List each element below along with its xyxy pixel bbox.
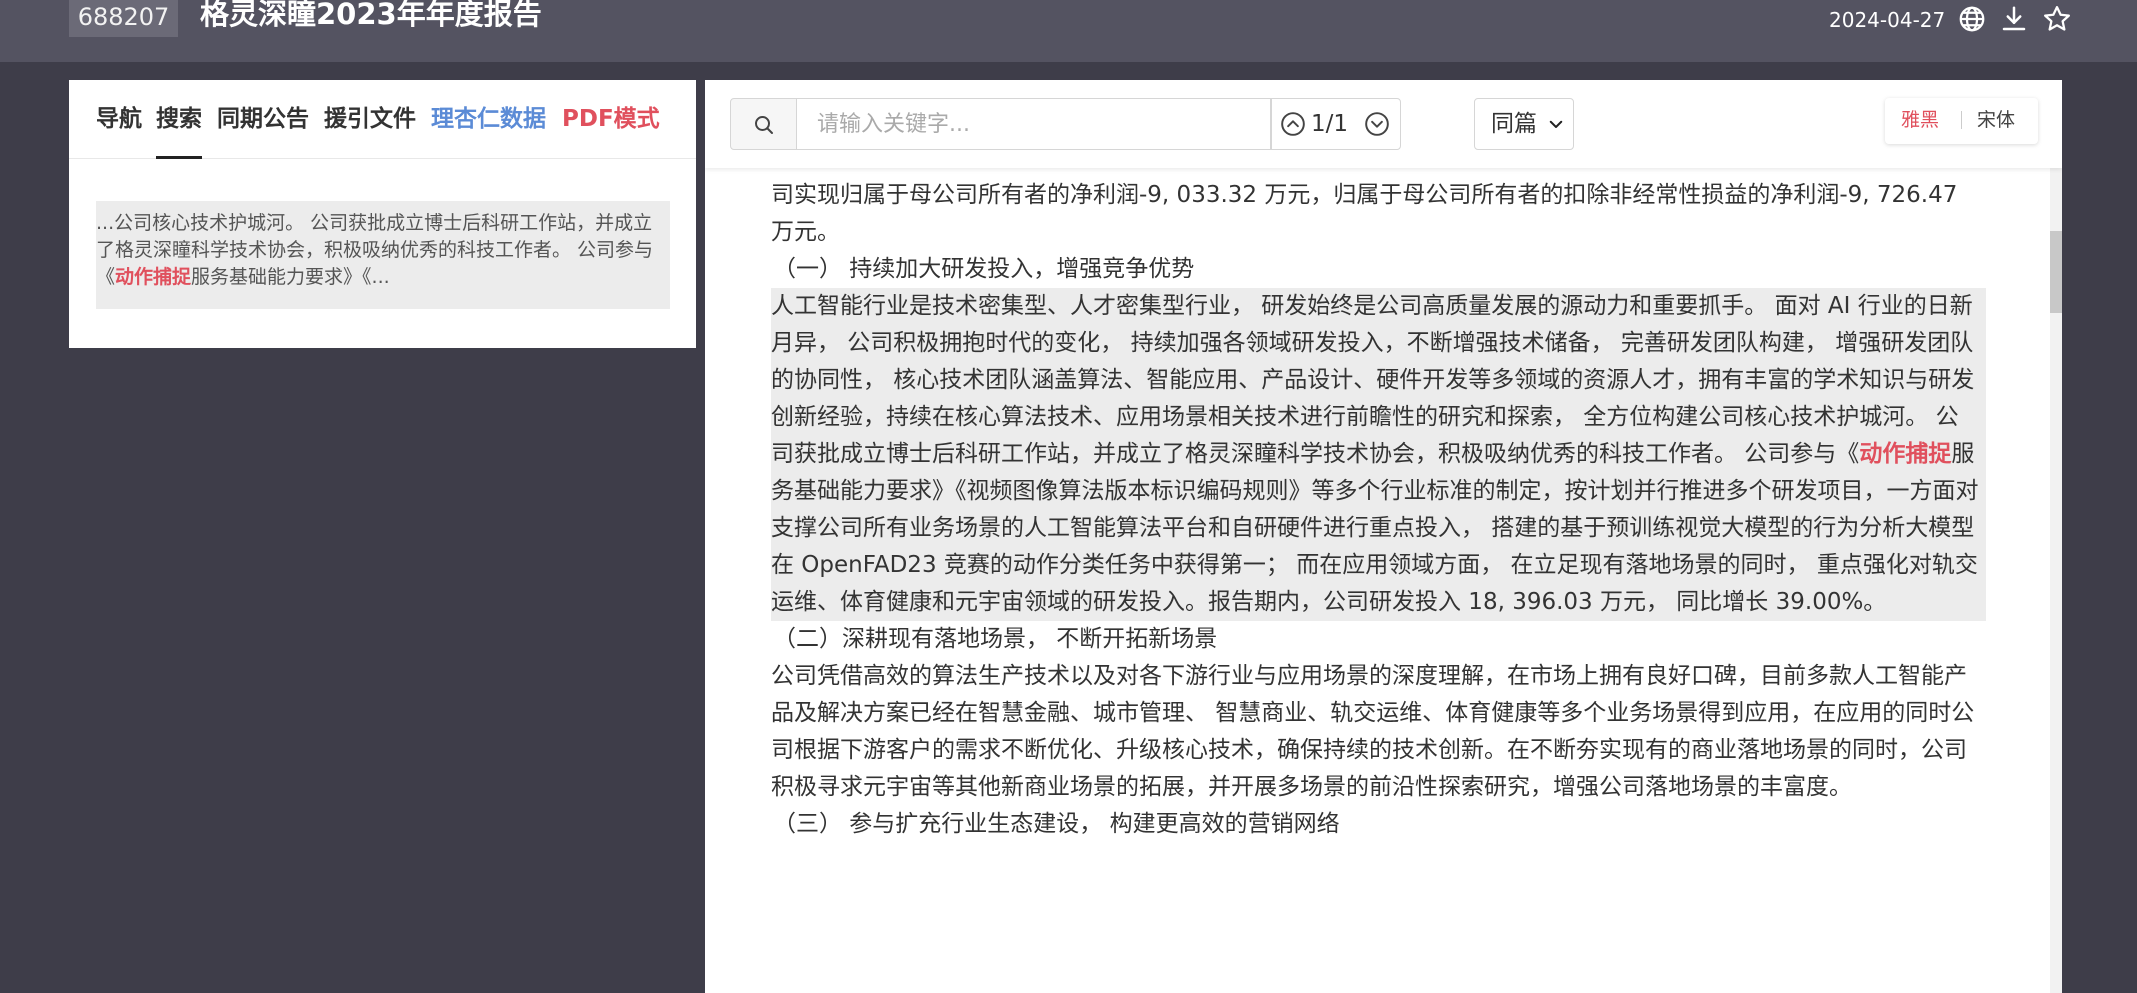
font-option-songti[interactable]: 宋体 xyxy=(1977,108,2015,132)
tab-pdf-mode[interactable]: PDF模式 xyxy=(562,104,660,134)
font-divider xyxy=(1961,111,1962,129)
font-option-yahei[interactable]: 雅黑 xyxy=(1901,108,1939,132)
section-heading-3: （三） 参与扩充行业生态建设， 构建更高效的营销网络 xyxy=(773,811,1340,837)
left-panel: 导航 搜索 同期公告 援引文件 理杏仁数据 PDF模式 ...公司核心技术护城河… xyxy=(69,80,696,348)
font-switcher: 雅黑 宋体 xyxy=(1885,98,2038,144)
search-scope-select[interactable]: 同篇 xyxy=(1474,98,1574,150)
scrollbar-thumb[interactable] xyxy=(2050,231,2062,313)
intro-paragraph: 司实现归属于母公司所有者的净利润-9, 033.32 万元，归属于母公司所有者的… xyxy=(771,182,1958,245)
star-icon[interactable] xyxy=(2042,4,2072,34)
left-tab-bar: 导航 搜索 同期公告 援引文件 理杏仁数据 PDF模式 xyxy=(69,80,696,159)
search-result-item[interactable]: ...公司核心技术护城河。 公司获批成立博士后科研工作站，并成立了格灵深瞳科学技… xyxy=(96,201,670,309)
search-button[interactable] xyxy=(730,98,797,150)
document-content: 务的市场拓展及推广上取得一定成果，并探索充分借由业务的发展运营模式、积极开发多关… xyxy=(771,140,1986,843)
paragraph-2: 公司凭借高效的算法生产技术以及对各下游行业与应用场景的深度理解，在市场上拥有良好… xyxy=(771,663,1975,800)
tab-same-period-announcements[interactable]: 同期公告 xyxy=(217,104,309,134)
section-heading-1: （一） 持续加大研发投入，增强竞争优势 xyxy=(773,256,1195,282)
keyword-highlight: 动作捕捉 xyxy=(1859,441,1952,467)
next-match-icon[interactable] xyxy=(1364,111,1390,137)
tab-cited-documents[interactable]: 援引文件 xyxy=(324,104,416,134)
paragraph-text-before: 人工智能行业是技术密集型、人才密集型行业， 研发始终是公司高质量发展的源动力和重… xyxy=(771,293,1975,467)
stock-code: 688207 xyxy=(69,0,178,37)
result-keyword-highlight: 动作捕捉 xyxy=(115,266,192,288)
match-count: 1/1 xyxy=(1311,111,1349,137)
chevron-down-icon xyxy=(1549,120,1563,128)
highlighted-paragraph: 人工智能行业是技术密集型、人才密集型行业， 研发始终是公司高质量发展的源动力和重… xyxy=(771,288,1986,621)
search-icon xyxy=(755,116,773,134)
search-toolbar: 1/1 同篇 雅黑 宋体 xyxy=(705,80,2062,168)
paragraph-text-after: 服务基础能力要求》《视频图像算法版本标识编码规则》等多个行业标准的制定，按计划并… xyxy=(771,441,1979,615)
previous-match-icon[interactable] xyxy=(1280,111,1306,137)
section-heading-2: （二）深耕现有落地场景， 不断开拓新场景 xyxy=(773,626,1218,652)
result-text-after: 服务基础能力要求》《... xyxy=(191,266,390,288)
download-icon[interactable] xyxy=(1999,4,2029,34)
tab-lixinger-data[interactable]: 理杏仁数据 xyxy=(431,104,546,134)
tab-navigation[interactable]: 导航 xyxy=(96,104,142,134)
top-bar: 688207 格灵深瞳2023年年度报告 2024-04-27 xyxy=(0,0,2137,62)
globe-icon[interactable] xyxy=(1957,4,1987,34)
match-navigator: 1/1 xyxy=(1271,98,1401,150)
report-date: 2024-04-27 xyxy=(1829,8,1946,32)
tab-search[interactable]: 搜索 xyxy=(156,104,202,159)
document-title: 格灵深瞳2023年年度报告 xyxy=(200,0,542,31)
search-input[interactable] xyxy=(797,98,1271,150)
search-scope-value: 同篇 xyxy=(1491,111,1537,137)
document-viewer: 1/1 同篇 雅黑 宋体 务的市场拓展及推广上取得一定成果，并探索充分借由业务的… xyxy=(705,80,2062,993)
